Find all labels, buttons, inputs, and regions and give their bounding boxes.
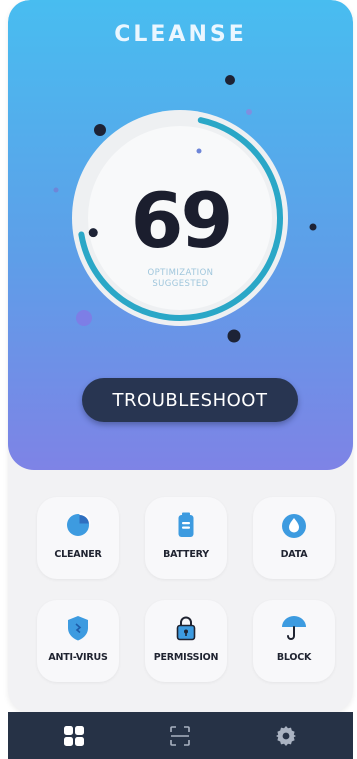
tile-permission[interactable]: PERMISSION: [145, 600, 227, 682]
nav-settings[interactable]: [246, 712, 326, 759]
optimization-score: 69: [130, 176, 234, 265]
tile-label: BATTERY: [163, 549, 209, 560]
tile-block[interactable]: BLOCK: [253, 600, 335, 682]
hero-panel: CLEANSE 69 OPTIMIZATION SUGGESTED TROUBL…: [8, 0, 353, 470]
status-line-1: OPTIMIZATION: [147, 268, 214, 278]
tile-label: BLOCK: [276, 652, 312, 663]
decor-dot: [196, 148, 202, 154]
tile-label: DATA: [280, 549, 308, 560]
status-text: OPTIMIZATION SUGGESTED: [8, 268, 353, 290]
tile-label: ANTI-VIRUS: [48, 652, 108, 663]
tile-battery[interactable]: BATTERY: [145, 497, 227, 579]
decor-dot: [76, 310, 92, 326]
nav-scan[interactable]: [140, 712, 220, 759]
decor-dot: [246, 109, 252, 115]
troubleshoot-button[interactable]: TROUBLESHOOT: [82, 378, 298, 422]
gear-icon: [276, 725, 296, 746]
nav-dashboard[interactable]: [34, 712, 114, 759]
lock-icon: [145, 614, 227, 642]
grid-icon: [64, 725, 84, 746]
decor-dot: [225, 75, 235, 85]
tile-label: PERMISSION: [153, 652, 219, 663]
decor-dot: [227, 329, 241, 343]
pie-chart-icon: [37, 511, 119, 539]
bottom-nav: [8, 712, 353, 759]
water-drop-icon: [253, 511, 335, 539]
scan-icon: [170, 725, 190, 746]
status-line-2: SUGGESTED: [152, 279, 209, 289]
shield-icon: [37, 614, 119, 642]
decor-dot: [94, 124, 106, 136]
umbrella-icon: [253, 614, 335, 642]
battery-icon: [145, 511, 227, 539]
app-screen: CLEANSE 69 OPTIMIZATION SUGGESTED TROUBL…: [8, 0, 353, 712]
tile-data[interactable]: DATA: [253, 497, 335, 579]
tile-label: CLEANER: [54, 549, 102, 560]
tile-anti-virus[interactable]: ANTI-VIRUS: [37, 600, 119, 682]
tile-cleaner[interactable]: CLEANER: [37, 497, 119, 579]
